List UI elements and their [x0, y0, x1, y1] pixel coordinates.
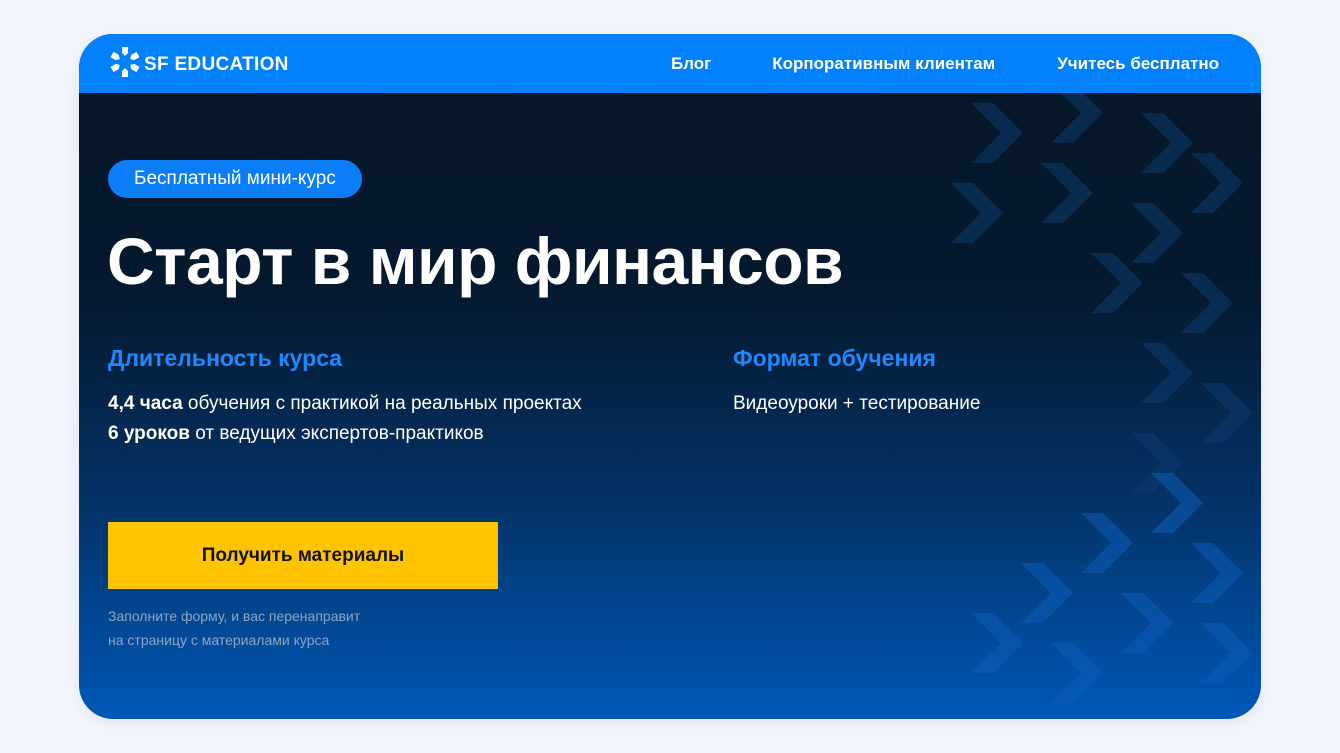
site-header: SF EDUCATION Блог Корпоративным клиентам… — [79, 34, 1261, 93]
page-title: Старт в мир финансов — [107, 224, 844, 298]
form-note-line-2: на страницу с материалами курса — [108, 632, 330, 648]
logo[interactable]: SF EDUCATION — [108, 45, 289, 84]
format-heading: Формат обучения — [733, 345, 936, 371]
duration-lessons-line: 6 уроков от ведущих экспертов-практиков — [108, 423, 484, 445]
nav-blog-link[interactable]: Блог — [671, 54, 711, 74]
duration-heading: Длительность курса — [108, 345, 343, 371]
logo-text: SF EDUCATION — [144, 53, 289, 75]
duration-hours-text: обучения с практикой на реальных проекта… — [182, 393, 582, 414]
form-note-line-1: Заполните форму, и вас перенаправит — [108, 608, 361, 624]
decorative-pattern — [951, 93, 1253, 703]
duration-lessons-text: от ведущих экспертов-практиков — [189, 423, 484, 444]
nav-corporate-link[interactable]: Корпоративным клиентам — [772, 54, 995, 74]
get-materials-button[interactable]: Получить материалы — [108, 522, 498, 589]
sf-snowflake-logo-icon — [108, 45, 142, 84]
format-text: Видеоуроки + тестирование — [733, 393, 981, 414]
duration-lessons-value: 6 уроков — [108, 423, 190, 444]
duration-hours-line: 4,4 часа обучения с практикой на реальны… — [108, 393, 582, 415]
duration-hours-value: 4,4 часа — [108, 393, 183, 414]
main-nav: Блог Корпоративным клиентам Учитесь бесп… — [671, 34, 1219, 93]
nav-free-learning-link[interactable]: Учитесь бесплатно — [1057, 54, 1219, 74]
free-course-badge: Бесплатный мини-курс — [108, 160, 362, 198]
hero-card: SF EDUCATION Блог Корпоративным клиентам… — [79, 34, 1261, 719]
